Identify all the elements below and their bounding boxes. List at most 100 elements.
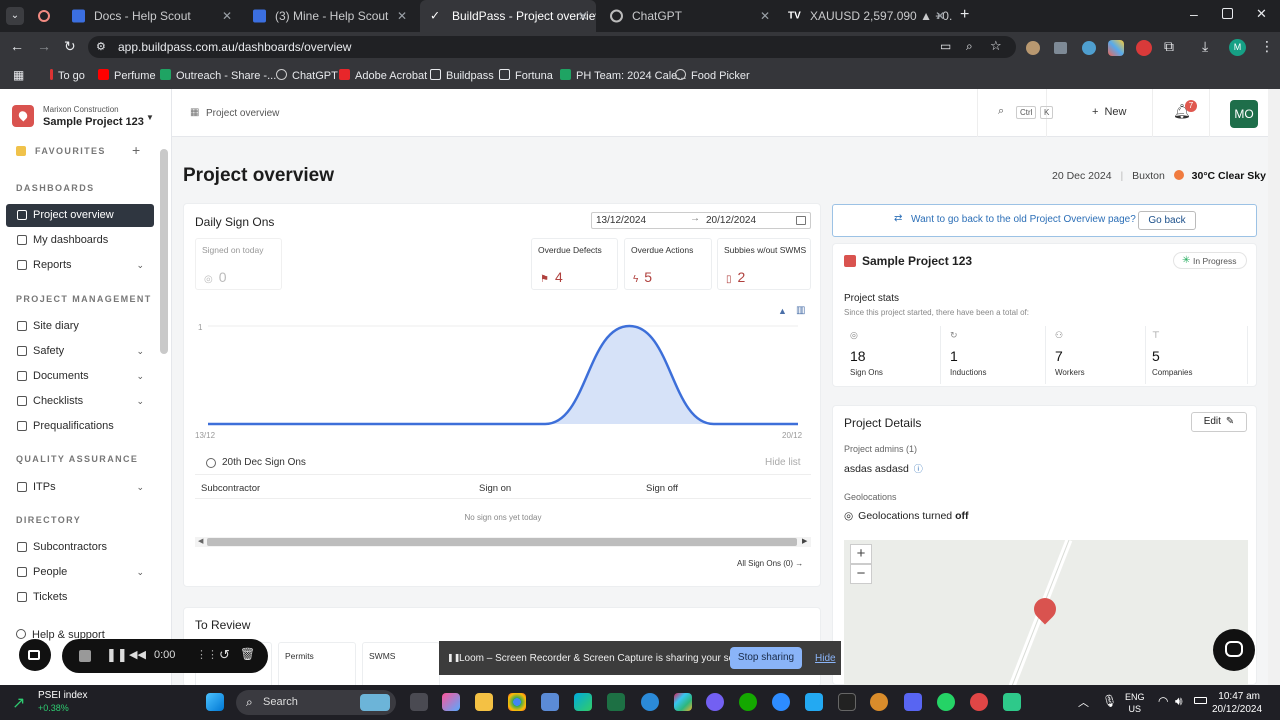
sidebar-item-itps[interactable]: ITPs ⌄ bbox=[6, 476, 154, 499]
scroll-thumb[interactable] bbox=[207, 538, 797, 546]
signed-on-today-stat[interactable]: Signed on today ◎ 0 bbox=[195, 238, 282, 290]
stat-workers[interactable]: ⚇ 7 Workers bbox=[1049, 326, 1146, 384]
file-explorer-icon[interactable] bbox=[475, 693, 493, 711]
minimize-button[interactable]: – bbox=[1190, 6, 1198, 22]
horizontal-scrollbar[interactable]: ◀ ▶ bbox=[195, 537, 811, 547]
bookmark-to-go[interactable]: To go bbox=[50, 69, 85, 82]
sidebar-item-subcontractors[interactable]: Subcontractors bbox=[6, 536, 154, 559]
stocks-widget[interactable]: ↗ PSEI index +0.38% bbox=[12, 688, 122, 718]
close-icon[interactable]: ✕ bbox=[397, 4, 407, 28]
scroll-right-icon[interactable]: ▶ bbox=[802, 537, 807, 545]
zoom-in-button[interactable]: + bbox=[850, 544, 872, 564]
stat-inductions[interactable]: ↻ 1 Inductions bbox=[944, 326, 1046, 384]
stop-icon[interactable] bbox=[79, 650, 91, 662]
shortcut-app-icon[interactable] bbox=[838, 693, 856, 711]
user-avatar[interactable]: MO bbox=[1230, 100, 1258, 128]
microphone-icon[interactable]: 🎙︎ bbox=[1102, 694, 1117, 708]
subbies-without-swms-stat[interactable]: Subbies w/out SWMS ▯ 2 bbox=[717, 238, 811, 290]
bookmark-fortuna[interactable]: Fortuna bbox=[499, 69, 553, 82]
map[interactable]: + − bbox=[844, 540, 1248, 686]
shortcut-orange-icon[interactable] bbox=[870, 693, 888, 711]
area-chart-icon[interactable]: ▲ bbox=[778, 306, 787, 316]
permits-stat[interactable]: Permits bbox=[278, 642, 356, 688]
red-app-icon[interactable] bbox=[970, 693, 988, 711]
stat-signons[interactable]: ◎ 18 Sign Ons bbox=[844, 326, 941, 384]
bookmark-buildpass[interactable]: Buildpass bbox=[430, 69, 494, 82]
copilot-icon[interactable] bbox=[442, 693, 460, 711]
tab-buildpass[interactable]: ✓ BuildPass - Project overview ✕ bbox=[420, 0, 596, 32]
upwork-icon[interactable] bbox=[739, 693, 757, 711]
page-scrollbar[interactable] bbox=[1268, 89, 1280, 685]
bookmark-perfume[interactable]: Perfume bbox=[98, 69, 156, 82]
wifi-icon[interactable]: ◠ bbox=[1158, 694, 1168, 708]
tab-xauusd[interactable]: TV XAUUSD 2,597.090 ▲ +0.1% Ur✕ bbox=[778, 4, 953, 28]
tab-chatgpt[interactable]: ChatGPT ✕ bbox=[600, 4, 778, 28]
info-icon[interactable]: ⓘ bbox=[914, 464, 923, 474]
sidebar-item-my-dashboards[interactable]: My dashboards bbox=[6, 229, 154, 252]
slack-icon[interactable] bbox=[674, 693, 692, 711]
snipping-tool-icon[interactable] bbox=[541, 693, 559, 711]
hide-button[interactable]: Hide bbox=[815, 653, 836, 664]
pause-icon[interactable]: ❚❚ bbox=[106, 647, 128, 663]
green-app-icon[interactable] bbox=[1003, 693, 1021, 711]
vscode-icon[interactable] bbox=[805, 693, 823, 711]
stop-sharing-button[interactable]: Stop sharing bbox=[730, 647, 802, 669]
forward-icon[interactable]: → bbox=[37, 38, 51, 54]
tab-mine-help-scout[interactable]: (3) Mine - Help Scout ✕ bbox=[243, 4, 415, 28]
zoom-icon[interactable] bbox=[772, 693, 790, 711]
zoom-out-button[interactable]: − bbox=[850, 564, 872, 584]
chrome-icon[interactable] bbox=[508, 693, 526, 711]
install-app-icon[interactable]: ▭ bbox=[940, 39, 951, 53]
loom-camera-button[interactable] bbox=[19, 639, 51, 671]
rewind-icon[interactable]: ◀◀ bbox=[129, 648, 146, 661]
close-icon[interactable]: ✕ bbox=[578, 0, 588, 32]
swms-stat[interactable]: SWMS bbox=[362, 642, 440, 688]
back-icon[interactable]: ← bbox=[10, 38, 24, 54]
close-icon[interactable]: ✕ bbox=[935, 4, 945, 28]
reload-icon[interactable]: ↻ bbox=[64, 38, 76, 55]
all-signons-link[interactable]: All Sign Ons (0) → bbox=[737, 559, 803, 568]
clock[interactable]: 10:47 am 20/12/2024 bbox=[1212, 690, 1262, 716]
new-button[interactable]: + New bbox=[1092, 106, 1126, 118]
extension-color-icon[interactable] bbox=[1108, 40, 1124, 56]
extension-red-icon[interactable] bbox=[1136, 40, 1152, 56]
sidebar-item-checklists[interactable]: Checklists ⌄ bbox=[6, 390, 154, 413]
bookmark-outreach[interactable]: Outreach - Share -... bbox=[160, 69, 276, 82]
sidebar-item-reports[interactable]: Reports ⌄ bbox=[6, 254, 154, 277]
bar-chart-icon[interactable]: ▥ bbox=[796, 305, 805, 316]
window-close-button[interactable]: ✕ bbox=[1256, 6, 1267, 22]
add-favourite-icon[interactable]: + bbox=[132, 142, 140, 158]
date-range-picker[interactable]: 13/12/2024 → 20/12/2024 bbox=[591, 212, 811, 229]
restart-icon[interactable]: ↺ bbox=[219, 647, 230, 663]
close-icon[interactable]: ✕ bbox=[222, 4, 232, 28]
site-info-icon[interactable]: ⚙ bbox=[96, 40, 106, 53]
sidebar-item-tickets[interactable]: Tickets bbox=[6, 586, 154, 609]
extension-monitor-icon[interactable] bbox=[1054, 42, 1067, 54]
search-shortcut[interactable]: ⌕ Ctrl K bbox=[977, 89, 1054, 137]
stat-companies[interactable]: ⊤ 5 Companies bbox=[1146, 326, 1248, 384]
whatsapp-icon[interactable] bbox=[937, 693, 955, 711]
viber-icon[interactable] bbox=[706, 693, 724, 711]
close-icon[interactable]: ✕ bbox=[760, 4, 770, 28]
zoom-icon[interactable]: ⌕ bbox=[966, 39, 973, 54]
go-back-button[interactable]: Go back bbox=[1138, 211, 1196, 230]
extension-globe-icon[interactable] bbox=[1082, 41, 1096, 55]
bookmark-star-icon[interactable]: ☆ bbox=[990, 38, 1002, 54]
windows-start-icon[interactable] bbox=[206, 693, 224, 711]
browser-menu-icon[interactable]: ⋮ bbox=[1260, 38, 1274, 55]
chat-support-button[interactable] bbox=[1213, 629, 1255, 671]
battery-icon[interactable] bbox=[1194, 697, 1207, 704]
refresh-app-icon[interactable] bbox=[641, 693, 659, 711]
bookmark-adobe-acrobat[interactable]: Adobe Acrobat bbox=[339, 69, 427, 82]
project-switcher[interactable]: Marixon Construction Sample Project 123 … bbox=[12, 101, 160, 131]
trash-icon[interactable]: 🗑︎ bbox=[240, 647, 255, 661]
drag-handle-icon[interactable]: ⋮⋮ bbox=[196, 648, 218, 661]
edit-button[interactable]: Edit ✎ bbox=[1191, 412, 1247, 432]
overdue-defects-stat[interactable]: Overdue Defects ⚑ 4 bbox=[531, 238, 618, 290]
scroll-left-icon[interactable]: ◀ bbox=[198, 537, 203, 545]
bookmark-food-picker[interactable]: Food Picker bbox=[675, 69, 750, 82]
sidebar-item-documents[interactable]: Documents ⌄ bbox=[6, 365, 154, 388]
bookmark-chatgpt[interactable]: ChatGPT bbox=[276, 69, 338, 82]
discord-icon[interactable] bbox=[904, 693, 922, 711]
sidebar-item-site-diary[interactable]: Site diary bbox=[6, 315, 154, 338]
